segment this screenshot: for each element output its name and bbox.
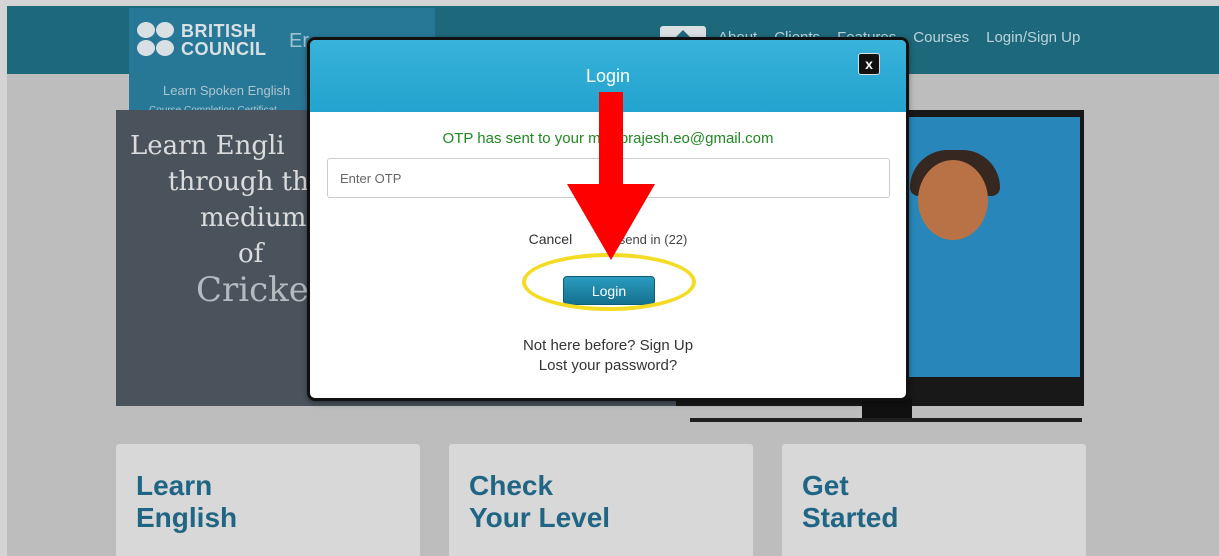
red-arrow-icon xyxy=(567,92,655,260)
modal-footer-links: Not here before? Sign Up Lost your passw… xyxy=(310,336,906,376)
lost-password-link[interactable]: Lost your password? xyxy=(310,356,906,376)
close-button[interactable]: x xyxy=(858,53,880,75)
modal-title: Login xyxy=(585,65,631,86)
login-highlight-ellipse xyxy=(522,253,696,311)
signup-link[interactable]: Not here before? Sign Up xyxy=(310,336,906,356)
